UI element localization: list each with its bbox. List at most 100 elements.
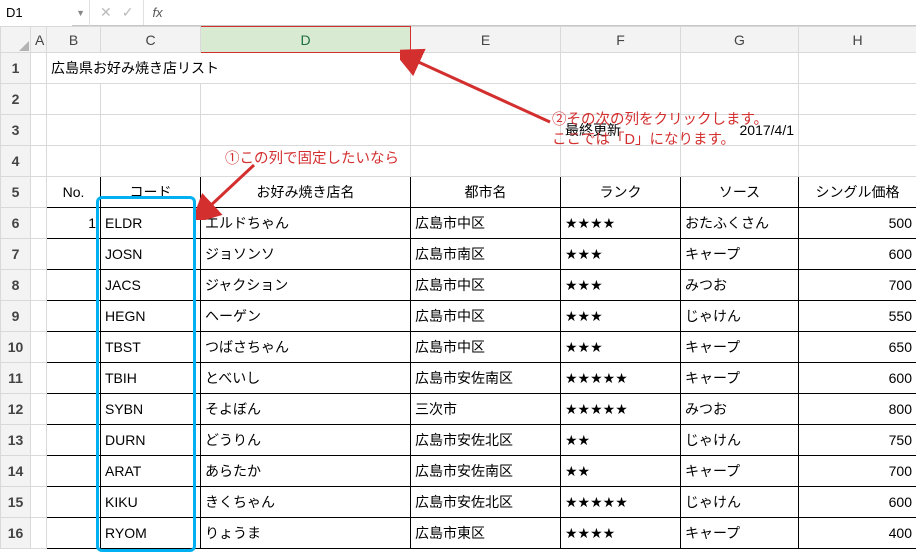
cell[interactable] <box>31 115 47 146</box>
confirm-icon[interactable]: ✓ <box>122 4 134 21</box>
row-header[interactable]: 1 <box>1 53 31 84</box>
col-header-C[interactable]: C <box>101 27 201 53</box>
cell-shop[interactable]: ヘーゲン <box>201 301 411 332</box>
cell[interactable] <box>31 394 47 425</box>
row-header[interactable]: 10 <box>1 332 31 363</box>
hdr-rank[interactable]: ランク <box>561 177 681 208</box>
hdr-price[interactable]: シングル価格 <box>799 177 916 208</box>
name-box-wrap[interactable]: ▼ <box>0 0 90 26</box>
cell[interactable] <box>31 332 47 363</box>
cell-rank[interactable]: ★★★★★ <box>561 487 681 518</box>
hdr-sauce[interactable]: ソース <box>681 177 799 208</box>
cell-no[interactable] <box>47 425 101 456</box>
cell[interactable] <box>47 146 101 177</box>
col-header-G[interactable]: G <box>681 27 799 53</box>
cell-no[interactable] <box>47 301 101 332</box>
cell[interactable] <box>561 84 681 115</box>
cell-no[interactable] <box>47 518 101 549</box>
hdr-no[interactable]: No. <box>47 177 101 208</box>
row-header[interactable]: 5 <box>1 177 31 208</box>
name-box[interactable] <box>0 0 72 26</box>
cell-city[interactable]: 広島市中区 <box>411 332 561 363</box>
cell-price[interactable]: 550 <box>799 301 916 332</box>
cell-rank[interactable]: ★★★ <box>561 239 681 270</box>
cell[interactable] <box>31 208 47 239</box>
cell-price[interactable]: 400 <box>799 518 916 549</box>
cell-rank[interactable]: ★★ <box>561 425 681 456</box>
cell-shop[interactable]: どうりん <box>201 425 411 456</box>
cell[interactable] <box>31 270 47 301</box>
cell-rank[interactable]: ★★★ <box>561 332 681 363</box>
cell[interactable] <box>201 146 411 177</box>
cell[interactable] <box>31 53 47 84</box>
cell[interactable] <box>31 425 47 456</box>
cell[interactable] <box>101 146 201 177</box>
col-header-E[interactable]: E <box>411 27 561 53</box>
cell-price[interactable]: 800 <box>799 394 916 425</box>
spreadsheet-grid[interactable]: A B C D E F G H 1 広島県お好み焼き店リスト 2 3 最終更新 <box>0 26 916 549</box>
cell-sauce[interactable]: じゃけん <box>681 301 799 332</box>
cell-shop[interactable]: そよぼん <box>201 394 411 425</box>
cell-code[interactable]: TBIH <box>101 363 201 394</box>
cell-sauce[interactable]: キャープ <box>681 239 799 270</box>
cell-price[interactable]: 750 <box>799 425 916 456</box>
hdr-shop[interactable]: お好み焼き店名 <box>201 177 411 208</box>
row-header[interactable]: 7 <box>1 239 31 270</box>
cell[interactable] <box>799 146 916 177</box>
cell-sauce[interactable]: キャープ <box>681 363 799 394</box>
cell[interactable] <box>101 84 201 115</box>
cell-shop[interactable]: とべいし <box>201 363 411 394</box>
cancel-icon[interactable]: ✕ <box>100 4 112 21</box>
cell-rank[interactable]: ★★★ <box>561 270 681 301</box>
cell-code[interactable]: ARAT <box>101 456 201 487</box>
select-all-corner[interactable] <box>1 27 31 53</box>
cell-city[interactable]: 広島市安佐南区 <box>411 363 561 394</box>
cell[interactable] <box>101 115 201 146</box>
cell-sauce[interactable]: おたふくさん <box>681 208 799 239</box>
hdr-code[interactable]: コード <box>101 177 201 208</box>
last-update-value[interactable]: 2017/4/1 <box>681 115 799 146</box>
row-header[interactable]: 12 <box>1 394 31 425</box>
cell-price[interactable]: 700 <box>799 270 916 301</box>
row-header[interactable]: 3 <box>1 115 31 146</box>
cell-city[interactable]: 広島市南区 <box>411 239 561 270</box>
row-header[interactable]: 15 <box>1 487 31 518</box>
row-header[interactable]: 4 <box>1 146 31 177</box>
cell-code[interactable]: TBST <box>101 332 201 363</box>
row-header[interactable]: 8 <box>1 270 31 301</box>
cell-code[interactable]: JACS <box>101 270 201 301</box>
row-header[interactable]: 9 <box>1 301 31 332</box>
cell-no[interactable] <box>47 332 101 363</box>
col-header-F[interactable]: F <box>561 27 681 53</box>
cell[interactable] <box>561 146 681 177</box>
cell-shop[interactable]: ジョソンソ <box>201 239 411 270</box>
cell-shop[interactable]: つばさちゃん <box>201 332 411 363</box>
cell[interactable] <box>201 84 411 115</box>
cell-rank[interactable]: ★★★ <box>561 301 681 332</box>
cell-city[interactable]: 広島市安佐南区 <box>411 456 561 487</box>
cell-shop[interactable]: ジャクション <box>201 270 411 301</box>
cell[interactable] <box>681 53 799 84</box>
cell-city[interactable]: 広島市中区 <box>411 270 561 301</box>
fx-label[interactable]: fx <box>144 5 170 20</box>
cell[interactable] <box>799 84 916 115</box>
row-header[interactable]: 6 <box>1 208 31 239</box>
cell-code[interactable]: RYOM <box>101 518 201 549</box>
cell-no[interactable] <box>47 363 101 394</box>
row-header[interactable]: 2 <box>1 84 31 115</box>
cell-price[interactable]: 600 <box>799 363 916 394</box>
cell-city[interactable]: 広島市中区 <box>411 208 561 239</box>
cell-price[interactable]: 600 <box>799 239 916 270</box>
cell[interactable] <box>47 115 101 146</box>
cell-city[interactable]: 三次市 <box>411 394 561 425</box>
row-header[interactable]: 16 <box>1 518 31 549</box>
cell-code[interactable]: HEGN <box>101 301 201 332</box>
cell[interactable] <box>31 487 47 518</box>
cell[interactable] <box>31 146 47 177</box>
col-header-B[interactable]: B <box>47 27 101 53</box>
cell-no[interactable] <box>47 394 101 425</box>
cell[interactable] <box>799 115 916 146</box>
row-header[interactable]: 11 <box>1 363 31 394</box>
cell-no[interactable] <box>47 270 101 301</box>
cell-shop[interactable]: あらたか <box>201 456 411 487</box>
